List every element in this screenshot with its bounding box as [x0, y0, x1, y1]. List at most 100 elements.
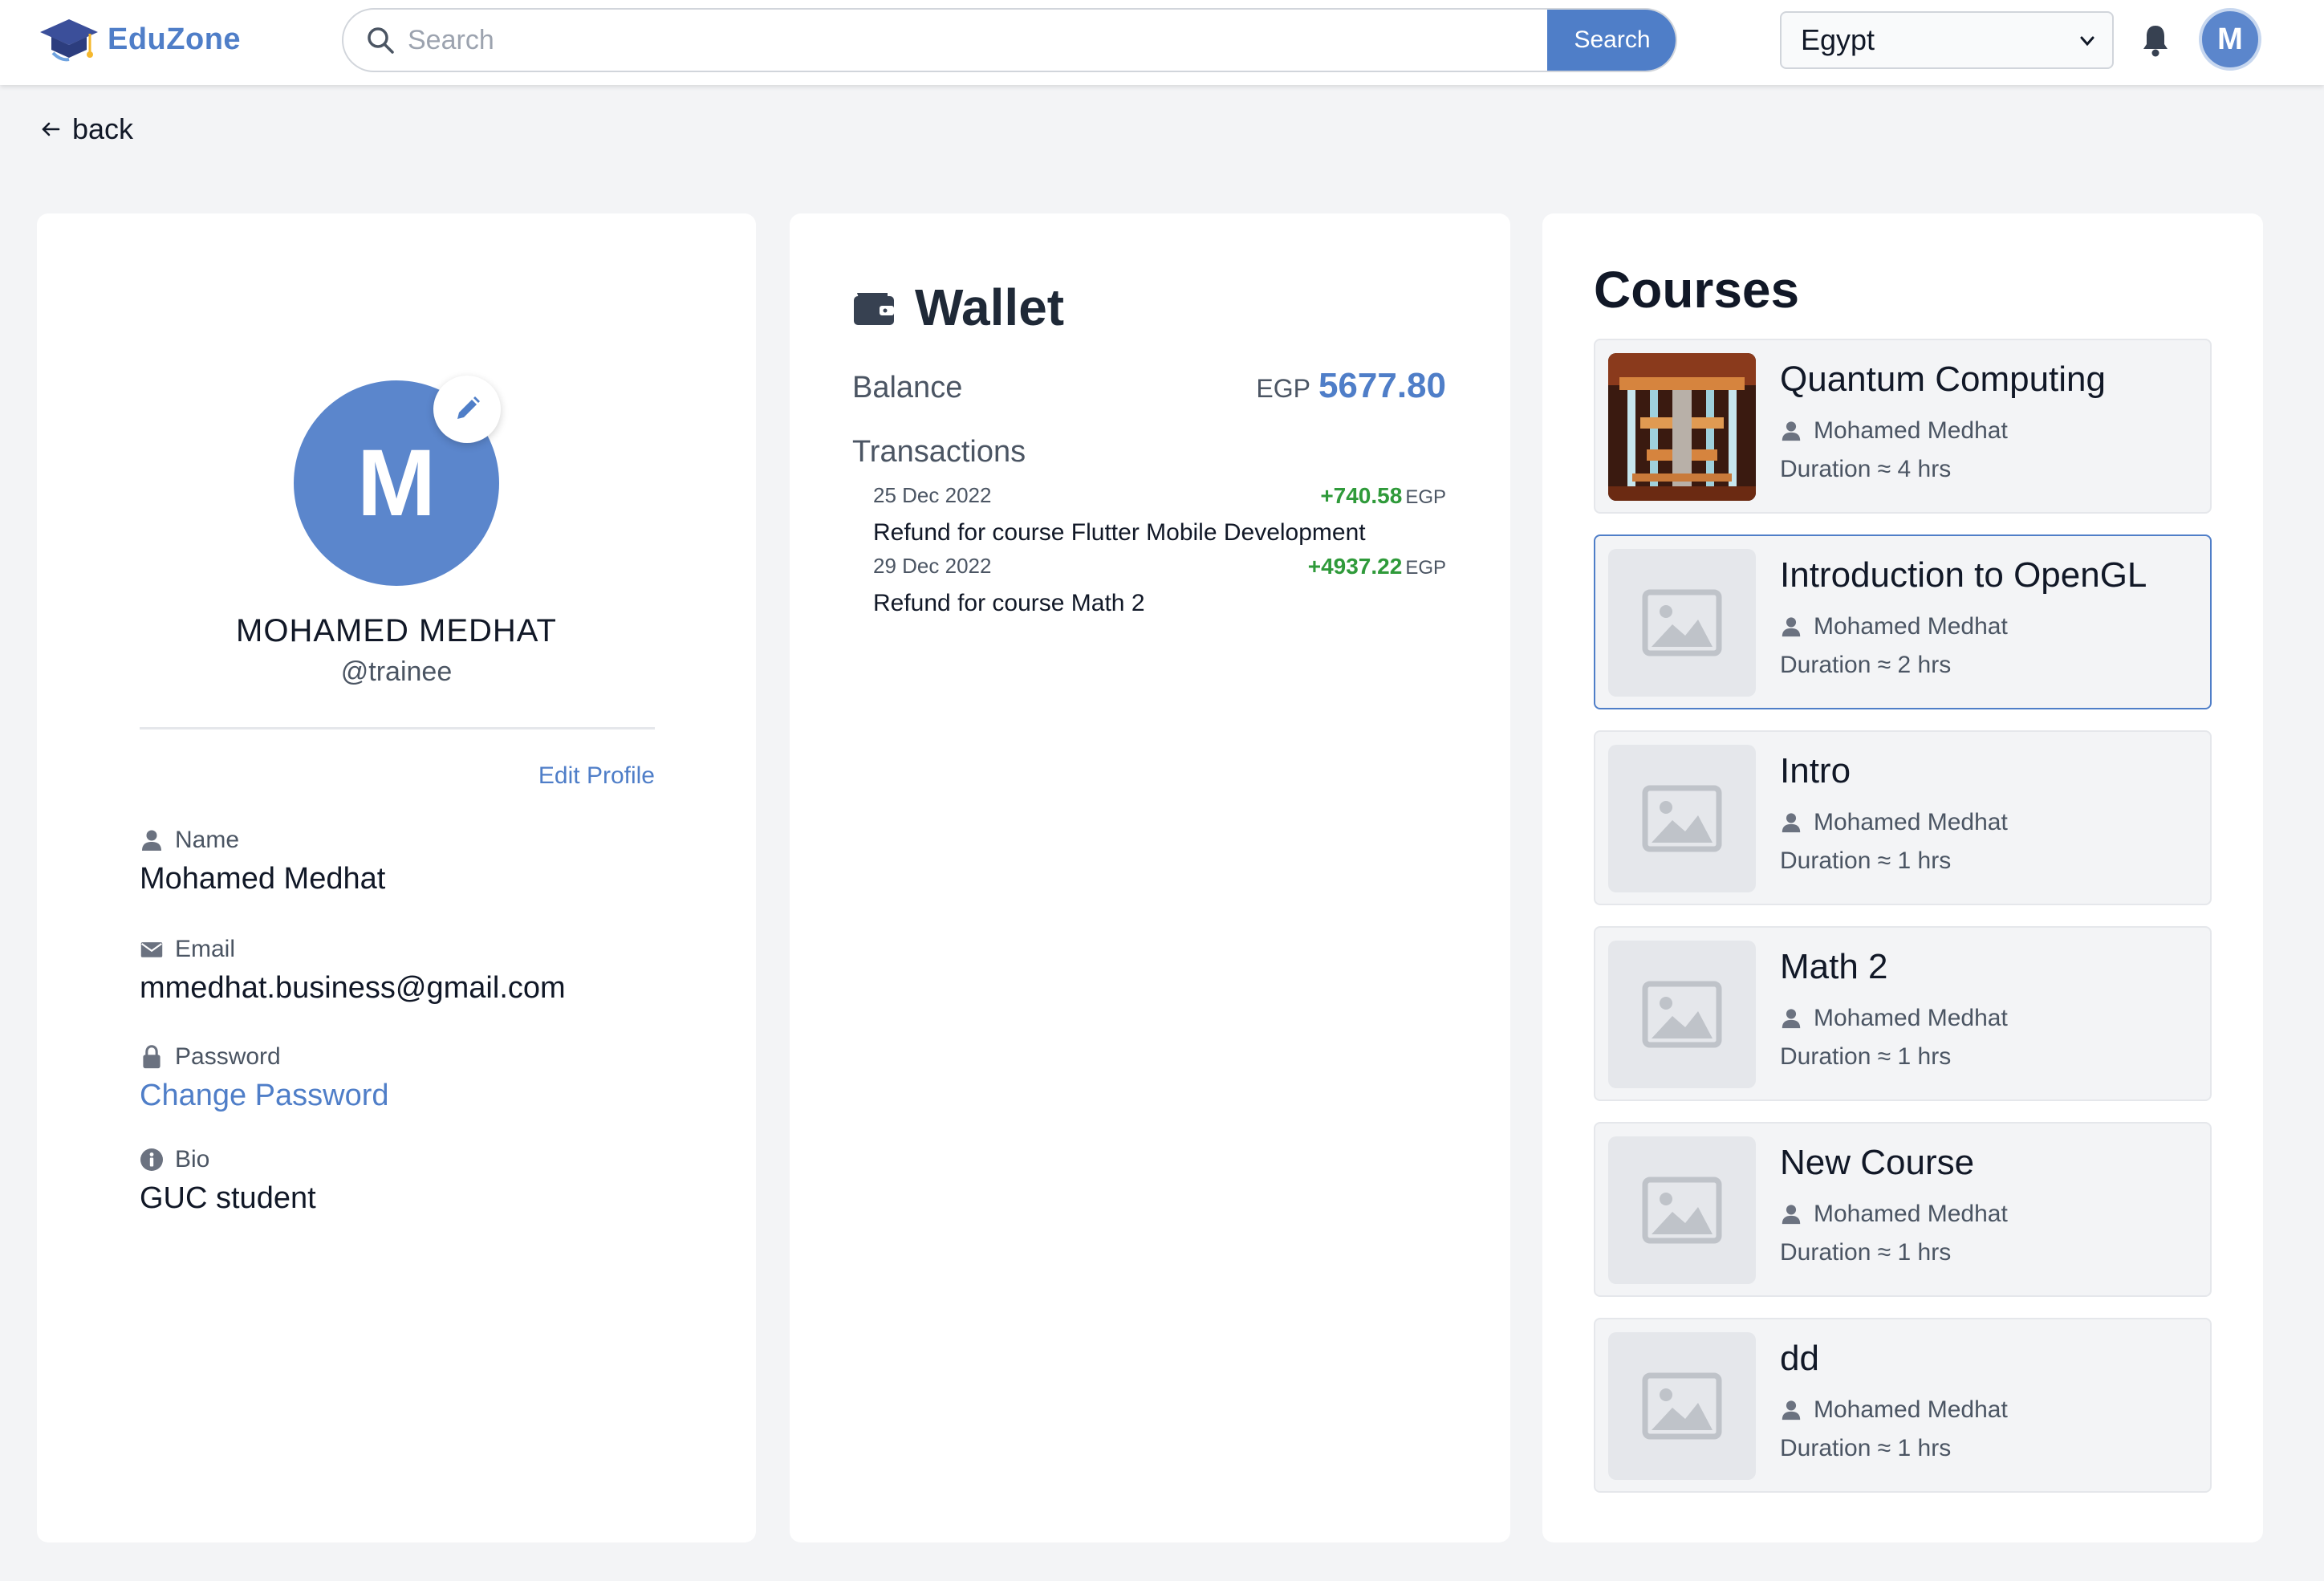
name-value: Mohamed Medhat: [140, 862, 386, 896]
wallet-icon: [854, 293, 894, 325]
wallet-title: Wallet: [915, 278, 1065, 336]
email-value: mmedhat.business@gmail.com: [140, 971, 566, 1005]
course-author-name: Mohamed Medhat: [1814, 809, 2008, 835]
search-button[interactable]: Search: [1547, 10, 1676, 71]
edit-avatar-button[interactable]: [433, 376, 501, 443]
course-author: Mohamed Medhat: [1780, 1396, 2008, 1424]
info-icon: [140, 1148, 163, 1171]
email-label: Email: [175, 936, 236, 962]
back-label: back: [72, 112, 134, 145]
top-nav-bar: EduZone Search Egypt M: [0, 0, 2324, 85]
course-card[interactable]: New Course Mohamed Medhat Duration ≈ 1 h…: [1594, 1122, 2212, 1297]
transaction-description: Refund for course Math 2: [873, 590, 1145, 616]
password-label: Password: [175, 1043, 281, 1070]
course-author: Mohamed Medhat: [1780, 417, 2008, 445]
course-card[interactable]: dd Mohamed Medhat Duration ≈ 1 hrs: [1594, 1318, 2212, 1493]
course-name: Intro: [1780, 751, 1851, 790]
course-author: Mohamed Medhat: [1780, 809, 2008, 836]
search-bar: Search: [342, 8, 1677, 72]
graduation-cap-logo-icon: [40, 19, 98, 62]
bio-field: Bio GUC student: [140, 1146, 316, 1216]
transaction-item: 29 Dec 2022 +4937.22 EGP Refund for cour…: [873, 554, 1446, 617]
divider: [140, 727, 655, 730]
edit-profile-link[interactable]: Edit Profile: [538, 762, 655, 790]
course-name: Math 2: [1780, 947, 1888, 986]
course-thumbnail: [1608, 941, 1756, 1088]
arrow-left-icon: [42, 122, 60, 136]
quantum-computer-image: [1608, 353, 1756, 501]
course-author: Mohamed Medhat: [1780, 1201, 2008, 1228]
user-icon: [1782, 1400, 1801, 1420]
search-icon: [368, 27, 394, 54]
envelope-icon: [140, 942, 163, 957]
app-name: EduZone: [108, 22, 242, 56]
profile-card: M MOHAMED MEDHAT @trainee Edit Profile N…: [37, 213, 756, 1542]
course-duration: Duration ≈ 4 hrs: [1780, 456, 1952, 482]
course-duration: Duration ≈ 1 hrs: [1780, 1043, 1952, 1070]
transactions-label: Transactions: [852, 435, 1026, 469]
image-placeholder-icon: [1642, 981, 1722, 1048]
image-placeholder-icon: [1642, 1177, 1722, 1244]
transaction-item: 25 Dec 2022 +740.58 EGP Refund for cours…: [873, 483, 1446, 547]
balance-value: EGP 5677.80: [1256, 366, 1446, 406]
transaction-amount: +4937.22 EGP: [1308, 554, 1446, 579]
user-icon: [1782, 617, 1801, 637]
user-icon: [1782, 1205, 1801, 1225]
lock-icon: [143, 1045, 160, 1069]
name-label: Name: [175, 827, 240, 853]
balance-label: Balance: [852, 371, 963, 404]
course-card[interactable]: Introduction to OpenGL Mohamed Medhat Du…: [1594, 534, 2212, 709]
app-logo[interactable]: EduZone: [37, 13, 241, 66]
user-icon: [1782, 1009, 1801, 1029]
pencil-icon: [457, 396, 480, 419]
course-duration: Duration ≈ 1 hrs: [1780, 1239, 1952, 1266]
user-icon: [1782, 813, 1801, 833]
transaction-amount-value: +4937.22: [1307, 554, 1403, 579]
course-author-name: Mohamed Medhat: [1814, 1396, 2008, 1423]
course-name: dd: [1780, 1339, 1819, 1378]
wallet-card: Wallet Balance EGP 5677.80 Transactions …: [790, 213, 1510, 1542]
country-select[interactable]: Egypt: [1780, 11, 2114, 69]
user-icon: [1782, 421, 1801, 441]
course-thumbnail: [1608, 745, 1756, 892]
back-link[interactable]: back: [40, 112, 133, 146]
courses-card: Courses Quantum Computing Mohamed Medhat…: [1542, 213, 2263, 1542]
user-icon: [142, 830, 161, 851]
password-field: Password Change Password: [140, 1043, 389, 1113]
course-author-name: Mohamed Medhat: [1814, 1005, 2008, 1031]
course-duration: Duration ≈ 1 hrs: [1780, 847, 1952, 874]
wallet-header: Wallet: [852, 278, 1064, 337]
image-placeholder-icon: [1642, 785, 1722, 852]
course-name: Quantum Computing: [1780, 360, 2106, 399]
transaction-currency: EGP: [1405, 557, 1446, 579]
course-thumbnail: [1608, 1136, 1756, 1284]
balance-amount: 5677.80: [1318, 366, 1446, 405]
chevron-down-icon: [2080, 36, 2094, 47]
course-author-name: Mohamed Medhat: [1814, 1201, 2008, 1227]
bio-value: GUC student: [140, 1181, 316, 1215]
course-duration: Duration ≈ 1 hrs: [1780, 1435, 1952, 1461]
image-placeholder-icon: [1642, 1372, 1722, 1440]
course-card[interactable]: Math 2 Mohamed Medhat Duration ≈ 1 hrs: [1594, 926, 2212, 1101]
course-thumbnail: [1608, 549, 1756, 697]
course-card[interactable]: Intro Mohamed Medhat Duration ≈ 1 hrs: [1594, 730, 2212, 905]
transaction-amount-value: +740.58: [1320, 483, 1403, 508]
course-duration: Duration ≈ 2 hrs: [1780, 652, 1952, 678]
change-password-link[interactable]: Change Password: [140, 1079, 389, 1113]
search-input[interactable]: [408, 18, 1290, 63]
user-avatar-button[interactable]: M: [2199, 8, 2261, 71]
courses-title: Courses: [1594, 261, 1800, 319]
course-name: Introduction to OpenGL: [1780, 555, 2147, 595]
name-field: Name Mohamed Medhat: [140, 827, 385, 896]
email-field: Email mmedhat.business@gmail.com: [140, 936, 566, 1006]
profile-name: MOHAMED MEDHAT: [236, 613, 557, 648]
profile-handle: @trainee: [340, 656, 453, 687]
notification-bell-icon[interactable]: [2141, 22, 2170, 58]
country-select-value: Egypt: [1801, 23, 1875, 56]
transaction-description: Refund for course Flutter Mobile Develop…: [873, 519, 1366, 546]
course-thumbnail: [1608, 353, 1756, 501]
course-card[interactable]: Quantum Computing Mohamed Medhat Duratio…: [1594, 339, 2212, 514]
course-name: New Course: [1780, 1143, 1975, 1182]
bio-label: Bio: [175, 1146, 210, 1173]
transaction-currency: EGP: [1405, 486, 1446, 508]
